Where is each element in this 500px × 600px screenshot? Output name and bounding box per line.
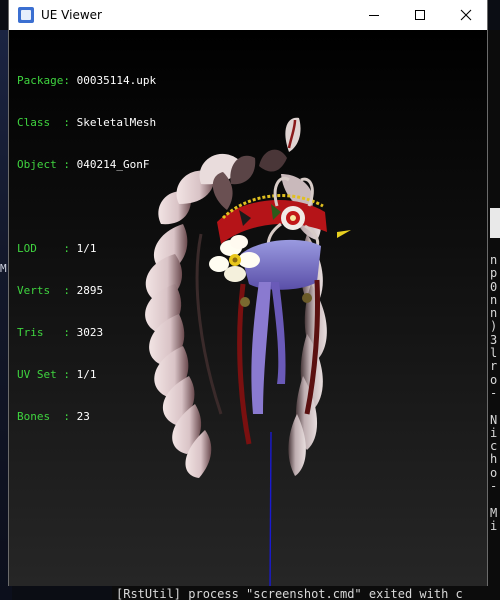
minimize-button[interactable] — [351, 0, 397, 30]
maximize-button[interactable] — [397, 0, 443, 30]
title-bar[interactable]: UE Viewer — [9, 0, 487, 30]
background-console-char: h — [490, 452, 498, 467]
background-console-char: r — [490, 359, 498, 374]
background-console-char — [490, 493, 500, 506]
model-viewport[interactable]: Package: 00035114.upk Class : SkeletalMe… — [9, 30, 487, 586]
background-left-glyph: M — [0, 262, 7, 275]
close-icon — [460, 9, 472, 21]
background-console-char — [490, 400, 500, 413]
window-title: UE Viewer — [41, 8, 102, 22]
minimize-icon — [369, 15, 379, 16]
ue-viewer-window: UE Viewer Package: 00035114.upk Class : … — [8, 0, 488, 586]
feather-headdress-model — [145, 117, 351, 586]
background-console-char: - — [490, 385, 498, 400]
background-console-char: o — [490, 465, 498, 480]
background-console-char: - — [490, 479, 498, 494]
ue-viewer-icon — [18, 7, 34, 23]
background-console-char: o — [490, 372, 498, 387]
background-console-char: n — [490, 306, 498, 321]
background-console-char: n — [490, 292, 498, 307]
hanging-cloth — [251, 282, 271, 414]
background-console-char: i — [490, 425, 498, 440]
background-console-char: n — [490, 253, 498, 267]
background-scrollbar-thumb[interactable] — [490, 208, 500, 238]
background-console-char: ) — [490, 319, 498, 334]
background-console-char: M — [490, 505, 498, 520]
background-console-char: p — [490, 266, 498, 281]
background-console-char: l — [490, 346, 498, 361]
background-console-char: c — [490, 439, 498, 454]
background-console-line: [RstUtil] process "screenshot.cmd" exite… — [116, 587, 463, 600]
background-console-text: n p 0 n n) 3 l r o - Ni c h o - Mi — [490, 253, 500, 533]
info-package: Package: 00035114.upk — [17, 74, 157, 87]
close-button[interactable] — [443, 0, 489, 30]
background-console-bottom: [RstUtil] process "screenshot.cmd" exite… — [112, 586, 500, 600]
background-console-char: 0 — [490, 279, 498, 294]
background-console-char: i — [490, 518, 498, 533]
maximize-icon — [415, 10, 425, 20]
yellow-tip — [337, 230, 351, 238]
axis-line — [269, 431, 272, 586]
background-console-char: N — [490, 412, 498, 427]
background-console-char: 3 — [490, 332, 498, 347]
